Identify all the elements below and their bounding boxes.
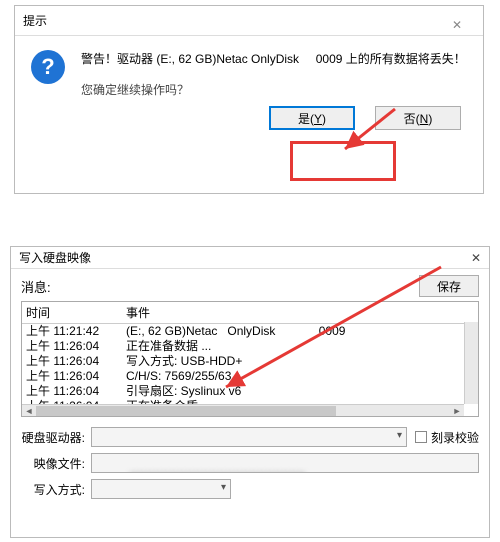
verify-label: 刻录校验: [431, 429, 479, 446]
confirm-text: 您确定继续操作吗？: [81, 81, 466, 98]
drive-select[interactable]: (E:, 62 GB)Netac OnlyDisk 0009 ▾: [91, 427, 407, 447]
question-icon: ?: [31, 50, 65, 84]
col-event: 事件: [126, 304, 474, 321]
dialog-body: ? 警告！驱动器 (E:, 62 GB)Netac OnlyDisk 0009 …: [15, 36, 483, 106]
col-time: 时间: [26, 304, 126, 321]
scrollbar-vertical[interactable]: [464, 322, 478, 404]
row-drive: 硬盘驱动器: (E:, 62 GB)Netac OnlyDisk 0009 ▾ …: [21, 427, 479, 447]
write-mode-select[interactable]: USB-HDD+ ▾: [91, 479, 231, 499]
dialog-button-row: 是(Y) 否(N): [15, 106, 483, 144]
log-row[interactable]: 上午 11:26:04引导扇区: Syslinux v6: [26, 384, 474, 399]
window-title: 写入硬盘映像: [19, 247, 91, 268]
no-button[interactable]: 否(N): [375, 106, 461, 130]
warning-text: 警告！驱动器 (E:, 62 GB)Netac OnlyDisk 0009 上的…: [81, 50, 466, 67]
row-write-mode: 写入方式: USB-HDD+ ▾: [21, 479, 479, 499]
dialog-titlebar: 提示 ✕: [15, 6, 483, 36]
scroll-left-icon[interactable]: ◄: [22, 405, 36, 417]
dialog-title: 提示: [23, 6, 47, 36]
fields: 硬盘驱动器: (E:, 62 GB)Netac OnlyDisk 0009 ▾ …: [21, 427, 479, 499]
window-content: 消息: 保存 时间 事件 上午 11:21:42(E:, 62 GB)Netac…: [11, 269, 489, 511]
log-header: 时间 事件: [22, 302, 478, 324]
chevron-down-icon: ▾: [221, 482, 226, 493]
log-panel: 时间 事件 上午 11:21:42(E:, 62 GB)Netac OnlyDi…: [21, 301, 479, 417]
yes-button[interactable]: 是(Y): [269, 106, 355, 130]
write-mode-label: 写入方式:: [21, 481, 91, 498]
window-titlebar: 写入硬盘映像 ✕: [11, 247, 489, 269]
dialog-message: 警告！驱动器 (E:, 62 GB)Netac OnlyDisk 0009 上的…: [81, 50, 466, 98]
message-row: 消息: 保存: [21, 275, 479, 297]
log-row[interactable]: 上午 11:21:42(E:, 62 GB)Netac OnlyDisk 000…: [26, 324, 474, 339]
log-row[interactable]: 上午 11:26:04C/H/S: 7569/255/63: [26, 369, 474, 384]
drive-label: 硬盘驱动器:: [21, 429, 91, 446]
write-image-window: 写入硬盘映像 ✕ 消息: 保存 时间 事件 上午 11:21:42(E:, 62…: [10, 246, 490, 538]
close-icon[interactable]: ✕: [439, 10, 475, 32]
verify-checkbox[interactable]: [415, 431, 427, 443]
image-label: 映像文件:: [21, 455, 91, 472]
scroll-thumb[interactable]: [36, 406, 336, 416]
scrollbar-horizontal[interactable]: ◄ ►: [22, 404, 464, 416]
row-image: 映像文件: XXXXXXXXXXXXXXXXXXXXXX\Kylin-Deskt…: [21, 453, 479, 473]
log-row[interactable]: 上午 11:26:04正在准备数据 ...: [26, 339, 474, 354]
log-row[interactable]: 上午 11:26:04写入方式: USB-HDD+: [26, 354, 474, 369]
message-label: 消息:: [21, 277, 419, 296]
highlight-box-yes: [290, 141, 396, 181]
image-field[interactable]: XXXXXXXXXXXXXXXXXXXXXX\Kylin-Desktop-V10…: [91, 453, 479, 473]
prompt-dialog: 提示 ✕ ? 警告！驱动器 (E:, 62 GB)Netac OnlyDisk …: [14, 5, 484, 194]
save-button[interactable]: 保存: [419, 275, 479, 297]
close-icon[interactable]: ✕: [457, 247, 481, 268]
scroll-right-icon[interactable]: ►: [450, 405, 464, 417]
chevron-down-icon: ▾: [397, 430, 402, 441]
